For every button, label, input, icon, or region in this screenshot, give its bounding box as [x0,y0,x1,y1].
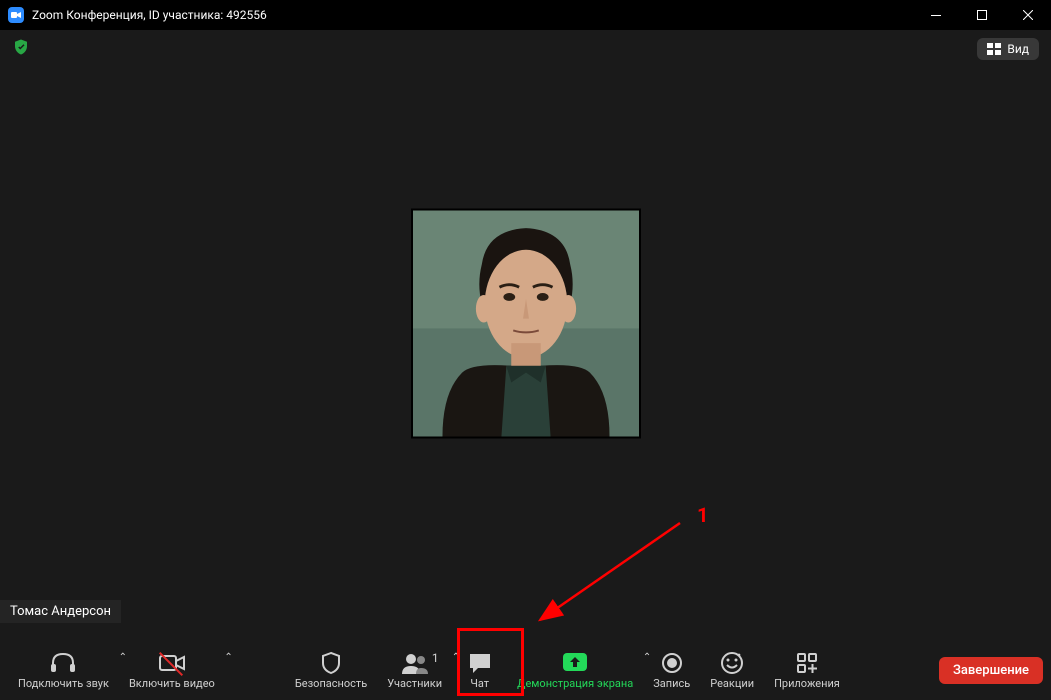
security-label: Безопасность [295,677,367,690]
titlebar: Zoom Конференция, ID участника: 492556 [0,0,1051,30]
meeting-content: Вид [0,30,1051,640]
audio-label: Подключить звук [18,677,109,690]
record-button[interactable]: Запись [643,644,700,696]
view-label: Вид [1007,42,1029,56]
security-shield-icon [320,651,342,675]
end-label: Завершение [953,663,1029,678]
chat-icon [468,652,492,674]
shield-icon [12,38,30,56]
reactions-button[interactable]: Реакции [700,644,764,696]
titlebar-left: Zoom Конференция, ID участника: 492556 [8,7,267,23]
reactions-icon [720,651,744,675]
participants-icon [401,652,429,674]
end-meeting-button[interactable]: Завершение [939,657,1043,684]
encryption-badge[interactable] [12,38,30,60]
apps-icon [796,652,818,674]
headphones-icon [50,651,76,675]
video-label: Включить видео [129,677,215,690]
close-button[interactable] [1005,0,1051,30]
chat-button[interactable]: Чат [452,644,507,696]
share-screen-button[interactable]: Демонстрация экрана ⌃ [507,644,643,696]
chevron-up-icon[interactable]: ⌃ [224,652,232,663]
view-button[interactable]: Вид [977,38,1039,60]
video-button[interactable]: Включить видео ⌃ [119,644,225,696]
grid-icon [987,43,1001,55]
reactions-label: Реакции [710,677,754,690]
meeting-toolbar: Подключить звук ⌃ Включить видео ⌃ Безоп… [0,640,1051,700]
window-controls [913,0,1051,30]
minimize-button[interactable] [913,0,959,30]
audio-button[interactable]: Подключить звук ⌃ [8,644,119,696]
window-title: Zoom Конференция, ID участника: 492556 [32,8,267,22]
maximize-button[interactable] [959,0,1005,30]
participant-avatar [411,209,641,439]
apps-label: Приложения [774,677,840,690]
chat-label: Чат [470,677,489,690]
apps-button[interactable]: Приложения [764,644,850,696]
share-label: Демонстрация экрана [517,677,633,690]
record-icon [661,652,683,674]
security-button[interactable]: Безопасность [285,644,377,696]
participants-button[interactable]: 1 Участники ⌃ [377,644,452,696]
record-label: Запись [653,677,690,690]
participants-label: Участники [387,677,442,690]
participant-name-label: Томас Андерсон [0,600,121,623]
participants-count: 1 [432,651,439,665]
zoom-app-icon [8,7,24,23]
avatar-image [413,211,639,437]
share-icon [562,652,588,674]
